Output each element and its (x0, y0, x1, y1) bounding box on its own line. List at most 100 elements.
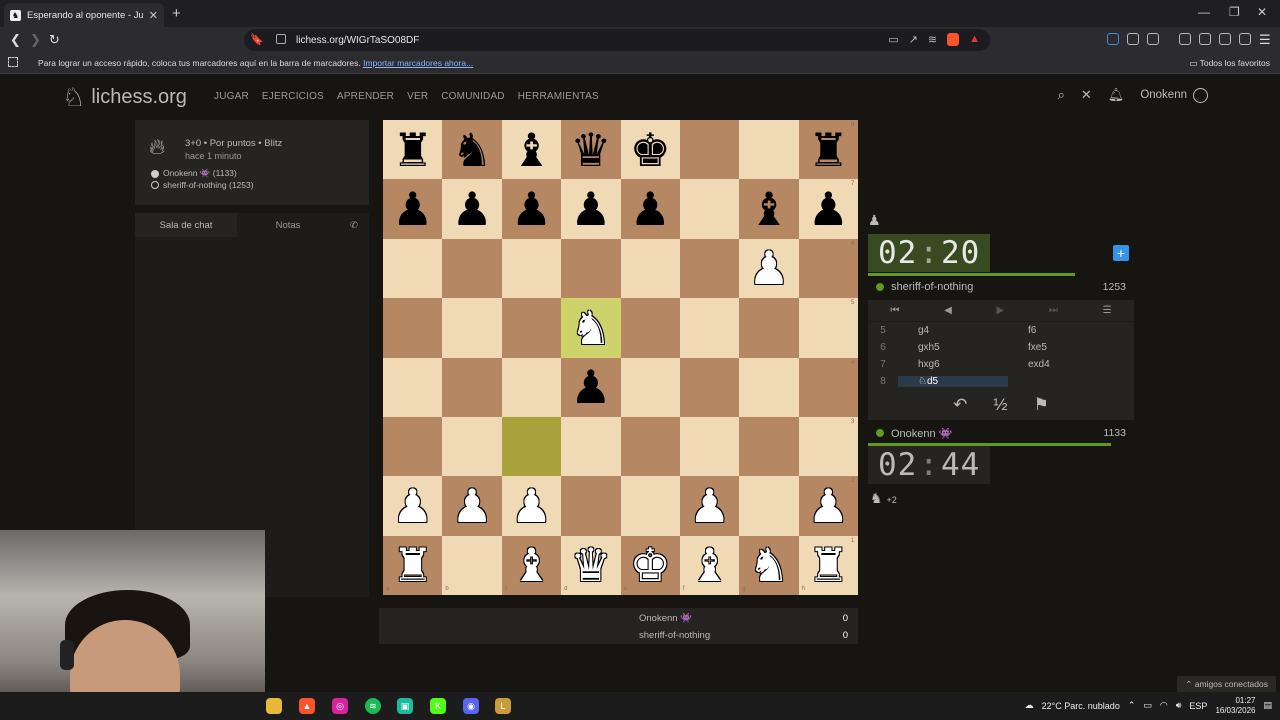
square-f1[interactable]: ♝ (679, 535, 740, 595)
rss-icon[interactable]: ≋ (928, 33, 937, 46)
square-c7[interactable]: ♟ (501, 179, 562, 239)
white-move[interactable]: ♘d5 (898, 376, 1008, 387)
vpn-icon[interactable] (1239, 33, 1251, 45)
first-move-icon[interactable]: ⏮ (890, 305, 899, 316)
square-g1[interactable]: ♞ (739, 535, 799, 595)
square-f3[interactable] (679, 416, 740, 477)
square-f4[interactable] (679, 357, 740, 417)
cast-icon[interactable]: ▭ (888, 33, 898, 46)
square-a3[interactable] (383, 416, 443, 477)
tray-expand-icon[interactable]: ⌃ (1128, 700, 1136, 711)
instagram-icon[interactable]: ◎ (332, 698, 348, 714)
white-king-icon[interactable]: ♚ (630, 542, 671, 588)
friends-online-button[interactable]: ⌃ amigos conectados (1177, 676, 1276, 693)
black-pawn-icon[interactable]: ♟ (570, 186, 611, 232)
url-text[interactable]: lichess.org/WIGrTaSO08DF (296, 35, 419, 46)
square-c2[interactable]: ♟ (501, 476, 562, 536)
black-queen-icon[interactable]: ♛ (570, 127, 611, 173)
network-icon[interactable]: ▭ (1143, 700, 1152, 711)
wallet-icon[interactable] (1147, 33, 1159, 45)
white-bishop-icon[interactable]: ♝ (511, 542, 552, 588)
square-h3[interactable] (798, 416, 858, 477)
new-tab-button[interactable]: + (172, 5, 181, 22)
white-knight-icon[interactable]: ♞ (570, 305, 611, 351)
black-move[interactable]: f6 (1008, 325, 1118, 336)
square-h2[interactable]: ♟ (798, 476, 858, 536)
square-d2[interactable] (561, 476, 621, 536)
white-move[interactable]: g4 (898, 325, 1008, 336)
white-rook-icon[interactable]: ♜ (808, 542, 849, 588)
black-rook-icon[interactable]: ♜ (392, 127, 433, 173)
resign-button[interactable]: ⚑ (1034, 395, 1049, 415)
last-move-icon[interactable]: ⏭ (1049, 305, 1058, 316)
import-bookmarks-link[interactable]: Importar marcadores ahora... (363, 58, 473, 68)
close-tab-icon[interactable]: ✕ (149, 9, 158, 22)
league-icon[interactable]: L (495, 698, 511, 714)
add-time-button[interactable]: + (1113, 245, 1129, 261)
black-bishop-icon[interactable]: ♝ (511, 127, 552, 173)
white-pawn-icon[interactable]: ♟ (808, 483, 849, 529)
white-pawn-icon[interactable]: ♟ (451, 483, 492, 529)
nav-ver[interactable]: VER (407, 91, 428, 102)
square-d3[interactable] (561, 416, 621, 477)
white-pawn-icon[interactable]: ♟ (748, 245, 789, 291)
square-e2[interactable] (620, 476, 680, 536)
square-h4[interactable] (798, 357, 858, 417)
minimize-icon[interactable]: — (1198, 5, 1210, 19)
square-b6[interactable] (442, 238, 502, 299)
black-move[interactable]: fxe5 (1008, 342, 1118, 353)
square-e6[interactable] (620, 238, 680, 299)
opponent-player[interactable]: sheriff-of-nothing 1253 (868, 276, 1134, 298)
chess-board[interactable]: ♜ ♞ ♝ ♛ ♚ ♜ ♟ ♟ ♟ ♟ ♟ ♝ ♟ ♟ ♞ ♟ ♟ ♟ ♟ ♟ ♟ ♜ ♝ ♛ ♚ ♝ ♞ ♜ 8 7 6 5 4 3 2 1 a b c d… (383, 120, 858, 595)
share-icon[interactable]: ↗ (909, 33, 918, 46)
my-player[interactable]: Onokenn 👾 1133 (868, 422, 1134, 444)
close-window-icon[interactable]: ✕ (1257, 5, 1267, 19)
square-b5[interactable] (442, 298, 502, 358)
notifications-center-icon[interactable]: ▤ (1263, 700, 1272, 711)
weather-text[interactable]: 22°C Parc. nublado (1042, 701, 1120, 711)
extension-icon[interactable] (1107, 33, 1119, 45)
white-pawn-icon[interactable]: ♟ (689, 483, 730, 529)
language-indicator[interactable]: ESP (1189, 701, 1207, 711)
back-icon[interactable]: ❮ (10, 32, 21, 48)
all-favorites-button[interactable]: ▭ Todos los favoritos (1189, 58, 1270, 69)
square-g4[interactable] (739, 357, 799, 417)
site-logo[interactable]: ♘ lichess.org (62, 82, 187, 113)
square-g7[interactable]: ♝ (739, 179, 799, 239)
square-d6[interactable] (561, 238, 621, 299)
square-c4[interactable] (501, 357, 562, 417)
white-move[interactable]: gxh5 (898, 342, 1008, 353)
black-pawn-icon[interactable]: ♟ (451, 186, 492, 232)
square-c1[interactable]: ♝ (501, 535, 562, 595)
voice-chat-icon[interactable]: ✆ (339, 213, 369, 237)
reload-icon[interactable]: ↻ (49, 32, 60, 48)
file-explorer-icon[interactable] (266, 698, 282, 714)
search-icon[interactable]: ⌕ (1058, 87, 1065, 103)
square-b8[interactable]: ♞ (442, 120, 502, 180)
square-e4[interactable] (620, 357, 680, 417)
black-bishop-icon[interactable]: ♝ (748, 186, 789, 232)
square-a7[interactable]: ♟ (383, 179, 443, 239)
square-h7[interactable]: ♟ (798, 179, 858, 239)
spotify-icon[interactable]: ≋ (365, 698, 381, 714)
messenger-icon[interactable]: ▣ (397, 698, 413, 714)
black-move[interactable]: exd4 (1008, 359, 1118, 370)
square-h1[interactable]: ♜ (798, 535, 858, 595)
tab-notes[interactable]: Notas (237, 213, 339, 237)
square-h8[interactable]: ♜ (798, 120, 858, 180)
white-bishop-icon[interactable]: ♝ (689, 542, 730, 588)
square-c3[interactable] (501, 416, 562, 477)
browser-tab[interactable]: ♞ Esperando al oponente - Jugar ✕ (4, 3, 164, 27)
extensions-icon[interactable] (1127, 33, 1139, 45)
square-d1[interactable]: ♛ (561, 535, 621, 595)
reading-list-icon[interactable] (1199, 33, 1211, 45)
square-f8[interactable] (679, 120, 740, 180)
square-c5[interactable] (501, 298, 562, 358)
white-knight-icon[interactable]: ♞ (748, 542, 789, 588)
menu-icon[interactable]: ☰ (1103, 305, 1112, 316)
square-g5[interactable] (739, 298, 799, 358)
square-d5[interactable]: ♞ (561, 298, 621, 358)
square-c6[interactable] (501, 238, 562, 299)
square-b1[interactable] (442, 535, 502, 595)
leo-ai-icon[interactable] (1219, 33, 1231, 45)
